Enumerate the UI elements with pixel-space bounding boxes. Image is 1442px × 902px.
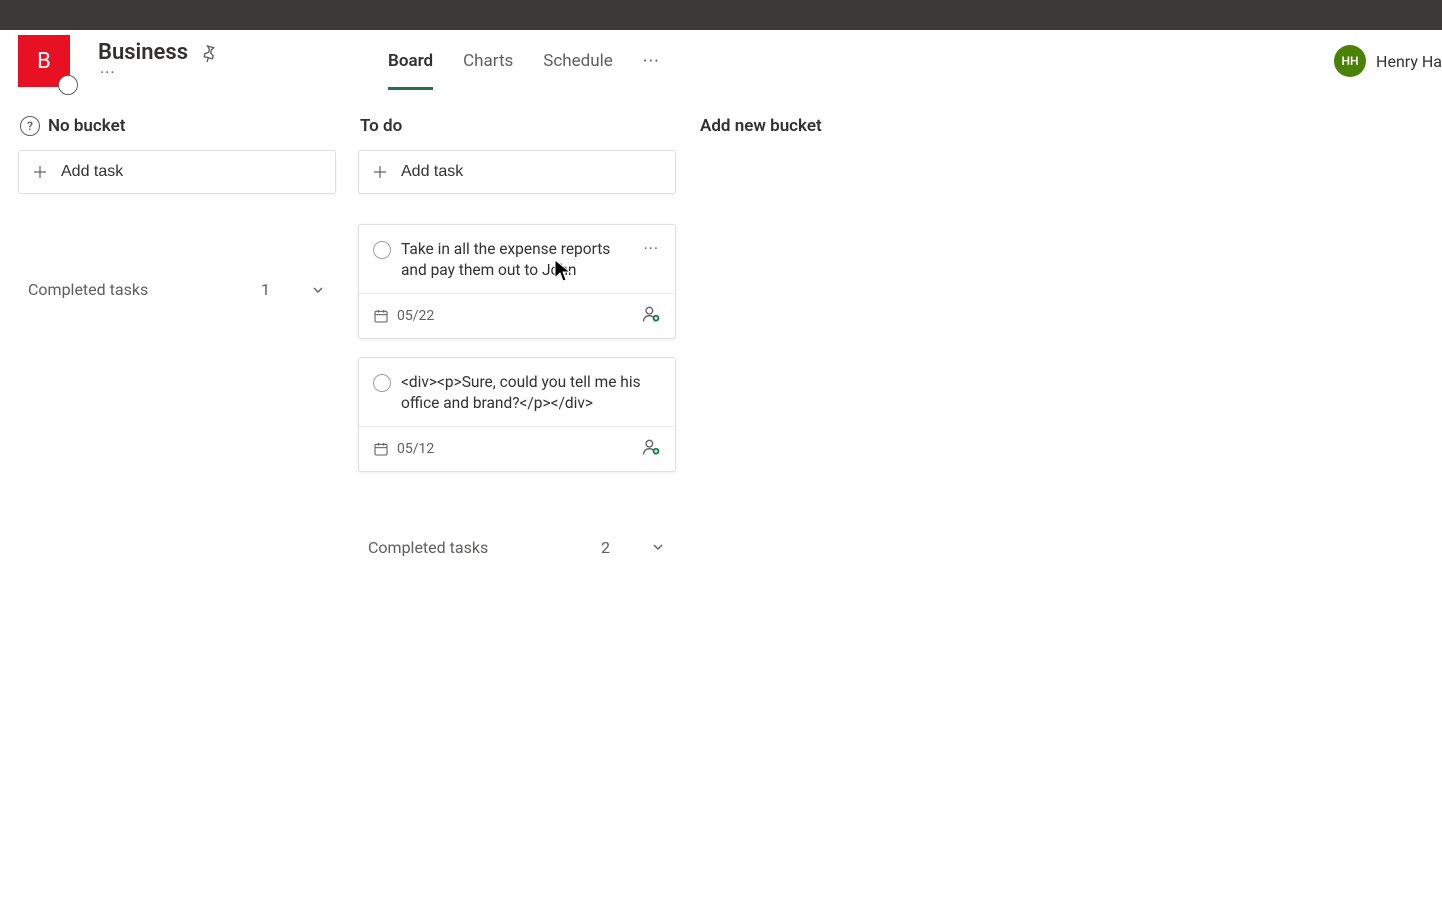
- plan-title-block: Business ···: [98, 40, 218, 82]
- completed-toggle[interactable]: Completed tasks 1: [18, 274, 336, 305]
- help-icon[interactable]: ?: [20, 116, 40, 136]
- bucket-header[interactable]: ? No bucket: [18, 110, 336, 150]
- user-name: Henry Ha: [1376, 52, 1442, 71]
- due-date-chip[interactable]: 05/22: [373, 308, 434, 324]
- task-card[interactable]: <div><p>Sure, could you tell me his offi…: [358, 357, 676, 472]
- completed-label: Completed tasks: [28, 280, 261, 299]
- task-title: Take in all the expense reports and pay …: [401, 239, 631, 281]
- completed-count: 2: [601, 538, 610, 557]
- plan-tile[interactable]: B i: [18, 35, 70, 87]
- complete-circle[interactable]: [373, 374, 391, 392]
- user-area[interactable]: HH Henry Ha: [1334, 30, 1442, 92]
- completed-count: 1: [261, 280, 270, 299]
- completed-label: Completed tasks: [368, 538, 601, 557]
- bucket-header[interactable]: To do: [358, 110, 676, 150]
- bucket-name: No bucket: [48, 116, 125, 136]
- view-tabs: Board Charts Schedule ···: [388, 30, 660, 92]
- tab-board[interactable]: Board: [388, 33, 433, 90]
- task-more-menu[interactable]: ···: [641, 239, 661, 258]
- plan-menu[interactable]: ···: [100, 63, 218, 82]
- task-card[interactable]: Take in all the expense reports and pay …: [358, 224, 676, 339]
- chevron-down-icon: [310, 282, 326, 298]
- info-icon[interactable]: i: [58, 75, 78, 95]
- board-columns: ? No bucket Add task Completed tasks 1 T…: [0, 92, 1442, 563]
- tab-schedule[interactable]: Schedule: [543, 33, 612, 90]
- add-bucket-button[interactable]: Add new bucket: [698, 110, 958, 142]
- bucket-no-bucket: ? No bucket Add task Completed tasks 1: [18, 110, 336, 305]
- assign-person-icon[interactable]: [641, 304, 661, 328]
- tab-charts[interactable]: Charts: [463, 33, 513, 90]
- calendar-icon: [373, 441, 389, 457]
- bucket-name: To do: [360, 116, 402, 136]
- task-title: <div><p>Sure, could you tell me his offi…: [401, 372, 661, 414]
- complete-circle[interactable]: [373, 241, 391, 259]
- tabs-more[interactable]: ···: [643, 51, 660, 72]
- plan-title: Business: [98, 40, 188, 65]
- assign-person-icon[interactable]: [641, 437, 661, 461]
- add-task-button[interactable]: Add task: [358, 150, 676, 194]
- avatar[interactable]: HH: [1334, 45, 1366, 77]
- bucket-to-do: To do Add task Take in all the expense r…: [358, 110, 676, 563]
- completed-toggle[interactable]: Completed tasks 2: [358, 532, 676, 563]
- plan-tile-letter: B: [37, 49, 51, 74]
- plan-header: B i Business ··· Board Charts Schedule ·…: [0, 30, 1442, 92]
- plus-icon: [371, 163, 389, 181]
- plus-icon: [31, 163, 49, 181]
- due-date-chip[interactable]: 05/12: [373, 441, 434, 457]
- window-top-bar: [0, 0, 1442, 30]
- add-task-button[interactable]: Add task: [18, 150, 336, 194]
- pin-icon[interactable]: [200, 44, 218, 62]
- calendar-icon: [373, 308, 389, 324]
- chevron-down-icon: [650, 539, 666, 555]
